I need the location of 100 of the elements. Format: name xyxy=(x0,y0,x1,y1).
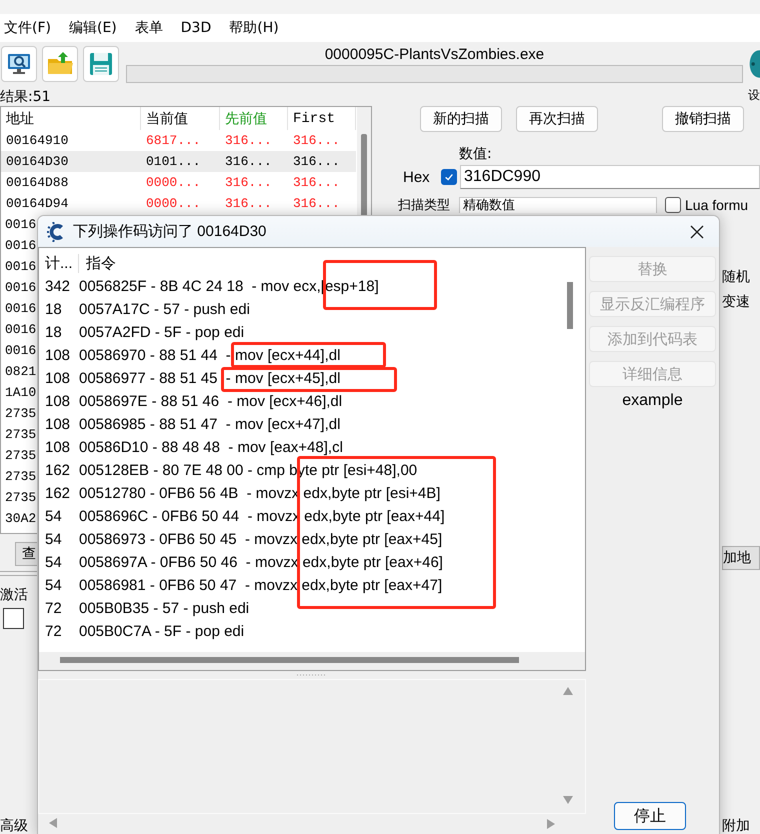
table-cell: 00512780 - 0FB6 56 4B - movzx edx,byte ptr [esi+4B] xyxy=(79,485,440,502)
option-label: 变速 xyxy=(722,293,751,311)
comment-label: 附加 xyxy=(722,818,751,834)
result-count: 结果:51 xyxy=(0,88,51,106)
table-cell: 00586D10 - 88 48 48 - mov [eax+48],cl xyxy=(79,439,343,456)
table-cell-text: 54 xyxy=(44,508,63,525)
add-address-button[interactable]: 加地 xyxy=(722,546,760,570)
column-header: 激活 xyxy=(0,586,28,604)
process-title: 0000095C-PlantsVsZombies.exe xyxy=(324,46,544,62)
table-cell-text: 316... xyxy=(292,154,341,169)
table-cell-text: 2735 xyxy=(4,490,36,505)
table-cell-text: 0016 xyxy=(4,217,36,232)
check-icon xyxy=(444,172,454,182)
scroll-down-icon xyxy=(562,795,574,805)
column-header[interactable]: First xyxy=(288,107,356,130)
table-cell-text: 316... xyxy=(292,196,341,211)
checkbox[interactable] xyxy=(441,169,457,185)
table-cell-text: 0016 xyxy=(4,301,36,316)
value-field[interactable]: 316DC990 xyxy=(460,165,760,189)
table-cell-text: 2735 xyxy=(4,427,36,442)
table-cell-text: 00164D88 xyxy=(5,175,70,190)
table-cell-text: 00164D94 xyxy=(5,196,70,211)
menu-item[interactable]: 帮助(H) xyxy=(229,19,279,37)
table-cell: 0057A2FD - 5F - pop edi xyxy=(79,324,244,341)
table-cell-text: 0016 xyxy=(4,322,36,337)
checkbox[interactable] xyxy=(665,197,681,213)
table-cell-text: 162 xyxy=(44,462,72,479)
menu-item[interactable]: 表单 xyxy=(134,19,163,37)
option-label: 随机 xyxy=(722,268,751,286)
table-cell-text: 72 xyxy=(44,600,63,617)
table-cell-text: 108 xyxy=(44,416,72,433)
table-cell-text: 162 xyxy=(44,485,72,502)
table-cell-text: 0000... xyxy=(145,196,202,211)
table-cell: 0058697A - 0FB6 50 46 - movzx edx,byte ptr [eax+46] xyxy=(79,554,443,571)
scrollbar[interactable] xyxy=(39,652,585,670)
table-cell-text: 0016 xyxy=(4,280,36,295)
column-header[interactable]: 指令 xyxy=(79,254,116,273)
column-header[interactable]: 地址 xyxy=(1,107,141,130)
table-cell-text: 108 xyxy=(44,347,72,364)
menu-item[interactable]: D3D xyxy=(180,20,212,36)
scan-button[interactable]: 新的扫描 xyxy=(420,106,502,132)
table-cell: 00586973 - 0FB6 50 45 - movzx edx,byte ptr [eax+45] xyxy=(79,531,442,548)
table-cell: 00586985 - 88 51 47 - mov [ecx+47],dl xyxy=(79,416,340,433)
scroll-left-icon xyxy=(48,817,58,829)
table-cell-text: 72 xyxy=(44,623,63,640)
table-cell-text: 342 xyxy=(44,278,72,295)
scan-button[interactable]: 撤销扫描 xyxy=(662,106,744,132)
table-cell-text: 108 xyxy=(44,439,72,456)
column-header[interactable]: 计... xyxy=(39,254,79,273)
table-cell-text: 316... xyxy=(224,154,273,169)
dialog-title: 下列操作码访问了 00164D30 xyxy=(73,222,266,241)
stop-button[interactable]: 停止 xyxy=(614,802,686,830)
table-cell-text: 18 xyxy=(44,301,63,318)
table-cell-text: 2735 xyxy=(4,406,36,421)
table-cell-text: 0016 xyxy=(4,343,36,358)
toolbar-button[interactable] xyxy=(1,46,37,82)
table-cell: 005B0B35 - 57 - push edi xyxy=(79,600,250,617)
column-header[interactable]: 当前值 xyxy=(141,107,220,130)
table-cell: 00586977 - 88 51 45 - mov [ecx+45],dl xyxy=(79,370,340,387)
scroll-up-icon xyxy=(562,686,574,696)
scan-button[interactable]: 再次扫描 xyxy=(516,106,598,132)
table-cell: 00586981 - 0FB6 50 47 - movzx edx,byte ptr [eax+47] xyxy=(79,577,442,594)
table-cell-text: 108 xyxy=(44,393,72,410)
info-text: example xyxy=(622,392,683,410)
table-cell-text: 0101... xyxy=(145,154,202,169)
table-cell: 0057A17C - 57 - push edi xyxy=(79,301,250,318)
table-cell-text: 316... xyxy=(224,133,273,148)
table-cell-text: 108 xyxy=(44,370,72,387)
menu-item[interactable]: 编辑(E) xyxy=(68,19,117,37)
table-cell-text: 6817... xyxy=(145,133,202,148)
table-cell-text: 316... xyxy=(224,196,273,211)
table-cell-text: 18 xyxy=(44,324,63,341)
table-row[interactable]: 00164D30 0101... 316... 316... xyxy=(1,151,356,172)
table-cell-text: 316... xyxy=(292,175,341,190)
checkbox[interactable] xyxy=(3,608,24,629)
menu-item[interactable]: 文件(F) xyxy=(4,19,51,37)
table-cell-text: 316... xyxy=(292,133,341,148)
table-cell: 00586970 - 88 51 44 - mov [ecx+44],dl xyxy=(79,347,340,364)
table-cell-text: 0000... xyxy=(145,175,202,190)
table-cell: 005B0C7A - 5F - pop edi xyxy=(79,623,244,640)
advanced-options-button[interactable]: 高级 xyxy=(0,818,28,834)
close-icon xyxy=(690,224,704,238)
table-cell-text: 0821 xyxy=(4,364,36,379)
hex-label: Hex xyxy=(403,168,431,186)
table-cell: 0058697E - 88 51 46 - mov [ecx+46],dl xyxy=(79,393,342,410)
scan-type-dropdown[interactable]: 精确数值 xyxy=(459,197,657,213)
table-cell-text: 54 xyxy=(44,577,63,594)
table-cell-text: 00164D30 xyxy=(5,154,70,169)
table-cell-text: 00164910 xyxy=(5,133,70,148)
table-cell-text: 2735 xyxy=(4,469,36,484)
table-cell-text: 2735 xyxy=(4,448,36,463)
scan-type-label: 扫描类型 xyxy=(398,197,451,214)
save-icon xyxy=(87,50,115,78)
scroll-right-icon xyxy=(546,818,556,830)
logo-caption: 设 xyxy=(748,87,760,104)
table-cell-text: 1A10 xyxy=(4,385,36,400)
table-cell-text: 316... xyxy=(224,175,273,190)
checkbox-label: Lua formu xyxy=(685,197,748,213)
table-cell-text: 0016 xyxy=(4,259,36,274)
column-header[interactable]: 先前值 xyxy=(220,107,288,130)
